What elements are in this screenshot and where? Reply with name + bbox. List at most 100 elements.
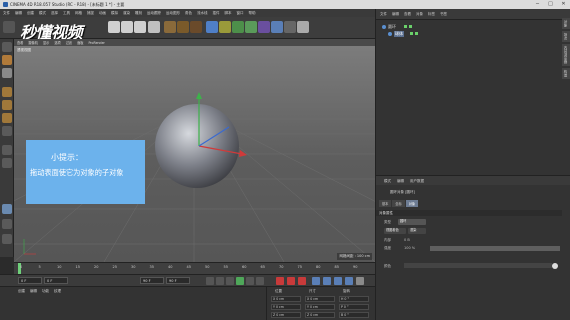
render-dot-icon[interactable] bbox=[415, 32, 418, 35]
menu-item[interactable]: 渲染 bbox=[123, 11, 130, 16]
edges-mode-icon[interactable] bbox=[2, 100, 12, 110]
cube-icon[interactable] bbox=[206, 21, 218, 33]
viewport-menu-item[interactable]: ProRender bbox=[88, 41, 104, 45]
record-icon[interactable] bbox=[276, 277, 284, 285]
attr-button-render[interactable]: 渲染 bbox=[408, 228, 426, 234]
move-key-icon[interactable] bbox=[312, 277, 320, 285]
coord-field[interactable]: X 0 cm bbox=[305, 296, 335, 302]
coord-field[interactable]: P 0 ° bbox=[339, 304, 369, 310]
render-settings-icon[interactable] bbox=[190, 21, 202, 33]
type-dropdown[interactable]: 圆环 bbox=[398, 219, 426, 225]
model-mode-icon[interactable] bbox=[2, 42, 12, 52]
attribute-menu-item[interactable]: 模式 bbox=[384, 179, 391, 183]
maximize-icon[interactable]: □ bbox=[544, 0, 557, 9]
visibility-dot-icon[interactable] bbox=[410, 32, 413, 35]
param-key-icon[interactable] bbox=[345, 277, 353, 285]
strength-value[interactable]: 100 % bbox=[404, 246, 415, 250]
viewport[interactable]: 查看 摄像机 显示 选项 过滤 面板 ProRender 透视视图 网格间距 : 100 c… bbox=[14, 39, 375, 262]
object-menu-item[interactable]: 标签 bbox=[428, 12, 435, 16]
menu-item[interactable]: 创建 bbox=[27, 11, 34, 16]
rotate-key-icon[interactable] bbox=[323, 277, 331, 285]
timeline[interactable]: 0 5 10 15 20 25 30 35 40 45 50 55 60 65 70 75 80 85 90 bbox=[14, 262, 375, 275]
texture-mode-icon[interactable] bbox=[2, 55, 12, 65]
tweak-icon[interactable] bbox=[2, 158, 12, 168]
lock-icon[interactable] bbox=[2, 204, 12, 214]
material-menu-item[interactable]: 创建 bbox=[18, 289, 25, 294]
minimize-icon[interactable]: ─ bbox=[531, 0, 544, 9]
material-menu-item[interactable]: 纹理 bbox=[54, 289, 61, 294]
menu-item[interactable]: 模式 bbox=[39, 11, 46, 16]
attr-button-shading[interactable]: 视图着色 bbox=[384, 228, 406, 234]
max-frame-field[interactable]: 90 F bbox=[166, 277, 190, 284]
attribute-menu-item[interactable]: 编辑 bbox=[397, 179, 404, 183]
attribute-tab[interactable]: 对象 bbox=[405, 200, 419, 207]
play-icon[interactable] bbox=[236, 277, 244, 285]
material-menu-item[interactable]: 功能 bbox=[42, 289, 49, 294]
goto-end-icon[interactable] bbox=[256, 277, 264, 285]
viewport-menu-item[interactable]: 面板 bbox=[77, 40, 83, 45]
deformer-icon[interactable] bbox=[258, 21, 270, 33]
camera-icon[interactable] bbox=[284, 21, 296, 33]
object-row[interactable]: 圆环 bbox=[382, 23, 562, 30]
scene-icon[interactable] bbox=[271, 21, 283, 33]
coord-field[interactable]: Y 0 cm bbox=[271, 304, 301, 310]
axis-z-icon[interactable] bbox=[134, 21, 146, 33]
pla-key-icon[interactable] bbox=[356, 277, 364, 285]
workplane-icon[interactable] bbox=[2, 68, 12, 78]
material-menu-item[interactable]: 编辑 bbox=[30, 289, 37, 294]
object-menu-item[interactable]: 编辑 bbox=[392, 12, 399, 16]
menu-item[interactable]: 网格 bbox=[75, 11, 82, 16]
solo-icon[interactable] bbox=[2, 234, 12, 244]
menu-item[interactable]: 脚本 bbox=[225, 11, 232, 16]
menu-item[interactable]: 工具 bbox=[63, 11, 70, 16]
object-menu-item[interactable]: 对象 bbox=[416, 12, 423, 16]
side-tab[interactable]: 场次 bbox=[562, 31, 570, 42]
axis-x-icon[interactable] bbox=[108, 21, 120, 33]
menu-item[interactable]: 文件 bbox=[3, 11, 10, 16]
scale-key-icon[interactable] bbox=[334, 277, 342, 285]
current-frame-field[interactable]: 0 F bbox=[18, 277, 42, 284]
coord-field[interactable]: H 0 ° bbox=[339, 296, 369, 302]
viewport-menu-item[interactable]: 过滤 bbox=[66, 40, 72, 45]
pen-icon[interactable] bbox=[219, 21, 231, 33]
prev-key-icon[interactable] bbox=[216, 277, 224, 285]
strength-slider[interactable] bbox=[430, 246, 560, 251]
menu-item[interactable]: 雕刻 bbox=[135, 11, 142, 16]
side-tab[interactable]: 对象 bbox=[562, 18, 570, 29]
coord-field[interactable]: B 0 ° bbox=[339, 312, 369, 318]
object-menu-item[interactable]: 文件 bbox=[380, 12, 387, 16]
key-select-icon[interactable] bbox=[298, 277, 306, 285]
play-back-icon[interactable] bbox=[226, 277, 234, 285]
start-frame-field[interactable]: 0 F bbox=[44, 277, 68, 284]
auto-key-icon[interactable] bbox=[287, 277, 295, 285]
attribute-tab[interactable]: 基本 bbox=[379, 200, 392, 207]
attribute-tab[interactable]: 坐标 bbox=[392, 200, 405, 207]
object-row[interactable]: 球体 bbox=[388, 30, 568, 37]
menu-item[interactable]: 插件 bbox=[213, 11, 220, 16]
grid-icon[interactable] bbox=[2, 219, 12, 229]
snap-icon[interactable] bbox=[2, 145, 12, 155]
object-menu-item[interactable]: 书签 bbox=[440, 12, 447, 16]
menu-item[interactable]: 选择 bbox=[51, 11, 58, 16]
axis-y-icon[interactable] bbox=[121, 21, 133, 33]
menu-item[interactable]: 模拟 bbox=[111, 11, 118, 16]
viewport-menu-item[interactable]: 查看 bbox=[17, 40, 23, 45]
visibility-dot-icon[interactable] bbox=[404, 25, 407, 28]
menu-item[interactable]: 角色 bbox=[185, 11, 192, 16]
subdivision-icon[interactable] bbox=[232, 21, 244, 33]
menu-item[interactable]: 运动图形 bbox=[166, 11, 180, 16]
light-icon[interactable] bbox=[297, 21, 309, 33]
coord-field[interactable]: Z 0 cm bbox=[271, 312, 301, 318]
side-tab[interactable]: 构造 bbox=[562, 67, 570, 79]
color-picker-icon[interactable] bbox=[552, 263, 558, 269]
render-dot-icon[interactable] bbox=[409, 25, 412, 28]
undo-icon[interactable] bbox=[3, 21, 15, 33]
coord-system-icon[interactable] bbox=[148, 21, 160, 33]
next-key-icon[interactable] bbox=[246, 277, 254, 285]
attribute-menu-item[interactable]: 用户数据 bbox=[410, 179, 424, 183]
points-mode-icon[interactable] bbox=[2, 87, 12, 97]
close-icon[interactable]: ✕ bbox=[557, 0, 570, 9]
coord-field[interactable]: Z 0 cm bbox=[305, 312, 335, 318]
viewport-menu-item[interactable]: 选项 bbox=[54, 40, 60, 45]
menu-item[interactable]: 捕捉 bbox=[87, 11, 94, 16]
